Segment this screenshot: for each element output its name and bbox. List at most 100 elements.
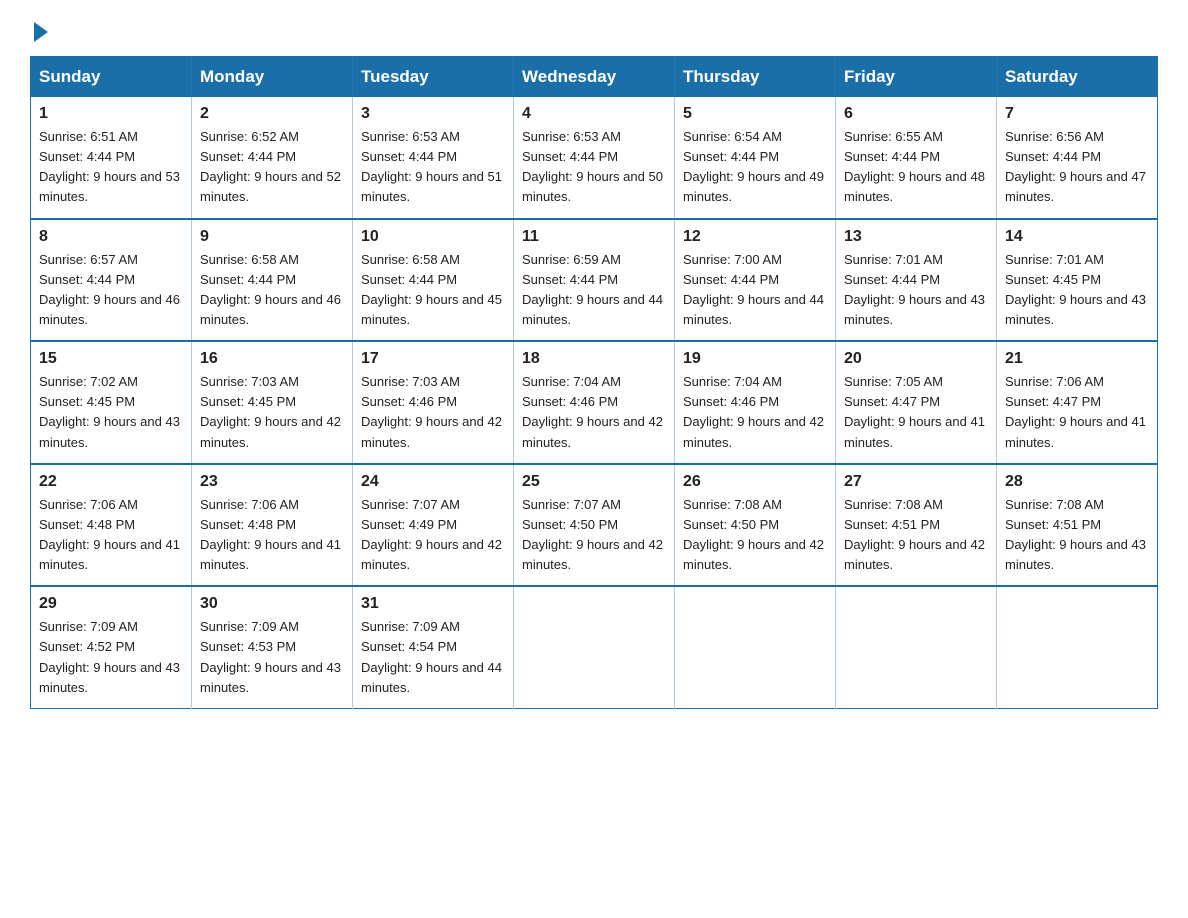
- calendar-cell: 3 Sunrise: 6:53 AMSunset: 4:44 PMDayligh…: [353, 97, 514, 219]
- day-info: Sunrise: 7:01 AMSunset: 4:45 PMDaylight:…: [1005, 250, 1149, 331]
- logo: [30, 20, 48, 38]
- calendar-cell: 27 Sunrise: 7:08 AMSunset: 4:51 PMDaylig…: [836, 464, 997, 587]
- day-number: 25: [522, 473, 666, 491]
- day-info: Sunrise: 7:01 AMSunset: 4:44 PMDaylight:…: [844, 250, 988, 331]
- calendar-cell: 4 Sunrise: 6:53 AMSunset: 4:44 PMDayligh…: [514, 97, 675, 219]
- calendar-cell: 5 Sunrise: 6:54 AMSunset: 4:44 PMDayligh…: [675, 97, 836, 219]
- day-number: 13: [844, 228, 988, 246]
- page-header: [30, 20, 1158, 38]
- day-info: Sunrise: 7:09 AMSunset: 4:52 PMDaylight:…: [39, 617, 183, 698]
- calendar-header-row: SundayMondayTuesdayWednesdayThursdayFrid…: [31, 57, 1158, 98]
- calendar-cell: 28 Sunrise: 7:08 AMSunset: 4:51 PMDaylig…: [997, 464, 1158, 587]
- day-info: Sunrise: 7:09 AMSunset: 4:53 PMDaylight:…: [200, 617, 344, 698]
- calendar-cell: 13 Sunrise: 7:01 AMSunset: 4:44 PMDaylig…: [836, 219, 997, 342]
- day-number: 15: [39, 350, 183, 368]
- calendar-cell: 17 Sunrise: 7:03 AMSunset: 4:46 PMDaylig…: [353, 341, 514, 464]
- day-number: 1: [39, 105, 183, 123]
- day-number: 10: [361, 228, 505, 246]
- calendar-header-saturday: Saturday: [997, 57, 1158, 98]
- calendar-cell: 14 Sunrise: 7:01 AMSunset: 4:45 PMDaylig…: [997, 219, 1158, 342]
- calendar-header-wednesday: Wednesday: [514, 57, 675, 98]
- day-number: 24: [361, 473, 505, 491]
- calendar-cell: 23 Sunrise: 7:06 AMSunset: 4:48 PMDaylig…: [192, 464, 353, 587]
- calendar-week-row: 15 Sunrise: 7:02 AMSunset: 4:45 PMDaylig…: [31, 341, 1158, 464]
- calendar-cell: 25 Sunrise: 7:07 AMSunset: 4:50 PMDaylig…: [514, 464, 675, 587]
- day-number: 4: [522, 105, 666, 123]
- day-info: Sunrise: 7:06 AMSunset: 4:48 PMDaylight:…: [39, 495, 183, 576]
- calendar-cell: 20 Sunrise: 7:05 AMSunset: 4:47 PMDaylig…: [836, 341, 997, 464]
- day-info: Sunrise: 6:58 AMSunset: 4:44 PMDaylight:…: [361, 250, 505, 331]
- day-info: Sunrise: 6:58 AMSunset: 4:44 PMDaylight:…: [200, 250, 344, 331]
- day-info: Sunrise: 7:03 AMSunset: 4:45 PMDaylight:…: [200, 372, 344, 453]
- day-info: Sunrise: 7:03 AMSunset: 4:46 PMDaylight:…: [361, 372, 505, 453]
- day-number: 29: [39, 595, 183, 613]
- day-info: Sunrise: 7:08 AMSunset: 4:51 PMDaylight:…: [1005, 495, 1149, 576]
- calendar-week-row: 8 Sunrise: 6:57 AMSunset: 4:44 PMDayligh…: [31, 219, 1158, 342]
- calendar-cell: [997, 586, 1158, 708]
- calendar-cell: 19 Sunrise: 7:04 AMSunset: 4:46 PMDaylig…: [675, 341, 836, 464]
- day-number: 8: [39, 228, 183, 246]
- day-number: 12: [683, 228, 827, 246]
- day-number: 9: [200, 228, 344, 246]
- calendar-cell: 6 Sunrise: 6:55 AMSunset: 4:44 PMDayligh…: [836, 97, 997, 219]
- calendar-cell: 2 Sunrise: 6:52 AMSunset: 4:44 PMDayligh…: [192, 97, 353, 219]
- day-info: Sunrise: 7:04 AMSunset: 4:46 PMDaylight:…: [522, 372, 666, 453]
- day-info: Sunrise: 7:09 AMSunset: 4:54 PMDaylight:…: [361, 617, 505, 698]
- calendar-cell: 18 Sunrise: 7:04 AMSunset: 4:46 PMDaylig…: [514, 341, 675, 464]
- day-number: 27: [844, 473, 988, 491]
- calendar-header-thursday: Thursday: [675, 57, 836, 98]
- calendar-header-friday: Friday: [836, 57, 997, 98]
- calendar-cell: 9 Sunrise: 6:58 AMSunset: 4:44 PMDayligh…: [192, 219, 353, 342]
- day-info: Sunrise: 6:56 AMSunset: 4:44 PMDaylight:…: [1005, 127, 1149, 208]
- day-info: Sunrise: 6:55 AMSunset: 4:44 PMDaylight:…: [844, 127, 988, 208]
- calendar-cell: [514, 586, 675, 708]
- day-info: Sunrise: 7:08 AMSunset: 4:50 PMDaylight:…: [683, 495, 827, 576]
- day-number: 20: [844, 350, 988, 368]
- calendar-week-row: 1 Sunrise: 6:51 AMSunset: 4:44 PMDayligh…: [31, 97, 1158, 219]
- day-number: 21: [1005, 350, 1149, 368]
- calendar-cell: 8 Sunrise: 6:57 AMSunset: 4:44 PMDayligh…: [31, 219, 192, 342]
- calendar-cell: 26 Sunrise: 7:08 AMSunset: 4:50 PMDaylig…: [675, 464, 836, 587]
- day-number: 16: [200, 350, 344, 368]
- calendar-cell: 30 Sunrise: 7:09 AMSunset: 4:53 PMDaylig…: [192, 586, 353, 708]
- day-number: 14: [1005, 228, 1149, 246]
- day-info: Sunrise: 6:51 AMSunset: 4:44 PMDaylight:…: [39, 127, 183, 208]
- calendar-table: SundayMondayTuesdayWednesdayThursdayFrid…: [30, 56, 1158, 709]
- calendar-cell: 29 Sunrise: 7:09 AMSunset: 4:52 PMDaylig…: [31, 586, 192, 708]
- day-info: Sunrise: 6:53 AMSunset: 4:44 PMDaylight:…: [361, 127, 505, 208]
- calendar-cell: 15 Sunrise: 7:02 AMSunset: 4:45 PMDaylig…: [31, 341, 192, 464]
- day-number: 26: [683, 473, 827, 491]
- day-info: Sunrise: 6:59 AMSunset: 4:44 PMDaylight:…: [522, 250, 666, 331]
- calendar-header-sunday: Sunday: [31, 57, 192, 98]
- calendar-cell: 31 Sunrise: 7:09 AMSunset: 4:54 PMDaylig…: [353, 586, 514, 708]
- day-info: Sunrise: 6:53 AMSunset: 4:44 PMDaylight:…: [522, 127, 666, 208]
- calendar-cell: 22 Sunrise: 7:06 AMSunset: 4:48 PMDaylig…: [31, 464, 192, 587]
- day-info: Sunrise: 7:06 AMSunset: 4:48 PMDaylight:…: [200, 495, 344, 576]
- day-number: 6: [844, 105, 988, 123]
- day-info: Sunrise: 6:54 AMSunset: 4:44 PMDaylight:…: [683, 127, 827, 208]
- calendar-cell: 1 Sunrise: 6:51 AMSunset: 4:44 PMDayligh…: [31, 97, 192, 219]
- day-info: Sunrise: 7:06 AMSunset: 4:47 PMDaylight:…: [1005, 372, 1149, 453]
- calendar-header-tuesday: Tuesday: [353, 57, 514, 98]
- day-info: Sunrise: 7:05 AMSunset: 4:47 PMDaylight:…: [844, 372, 988, 453]
- calendar-cell: 12 Sunrise: 7:00 AMSunset: 4:44 PMDaylig…: [675, 219, 836, 342]
- day-info: Sunrise: 7:04 AMSunset: 4:46 PMDaylight:…: [683, 372, 827, 453]
- calendar-cell: [675, 586, 836, 708]
- day-info: Sunrise: 6:52 AMSunset: 4:44 PMDaylight:…: [200, 127, 344, 208]
- day-number: 28: [1005, 473, 1149, 491]
- calendar-week-row: 29 Sunrise: 7:09 AMSunset: 4:52 PMDaylig…: [31, 586, 1158, 708]
- day-number: 5: [683, 105, 827, 123]
- day-number: 7: [1005, 105, 1149, 123]
- calendar-cell: [836, 586, 997, 708]
- day-number: 22: [39, 473, 183, 491]
- day-number: 17: [361, 350, 505, 368]
- day-number: 23: [200, 473, 344, 491]
- day-info: Sunrise: 7:07 AMSunset: 4:50 PMDaylight:…: [522, 495, 666, 576]
- calendar-week-row: 22 Sunrise: 7:06 AMSunset: 4:48 PMDaylig…: [31, 464, 1158, 587]
- day-info: Sunrise: 7:08 AMSunset: 4:51 PMDaylight:…: [844, 495, 988, 576]
- calendar-cell: 21 Sunrise: 7:06 AMSunset: 4:47 PMDaylig…: [997, 341, 1158, 464]
- day-number: 18: [522, 350, 666, 368]
- calendar-cell: 24 Sunrise: 7:07 AMSunset: 4:49 PMDaylig…: [353, 464, 514, 587]
- day-number: 3: [361, 105, 505, 123]
- day-number: 19: [683, 350, 827, 368]
